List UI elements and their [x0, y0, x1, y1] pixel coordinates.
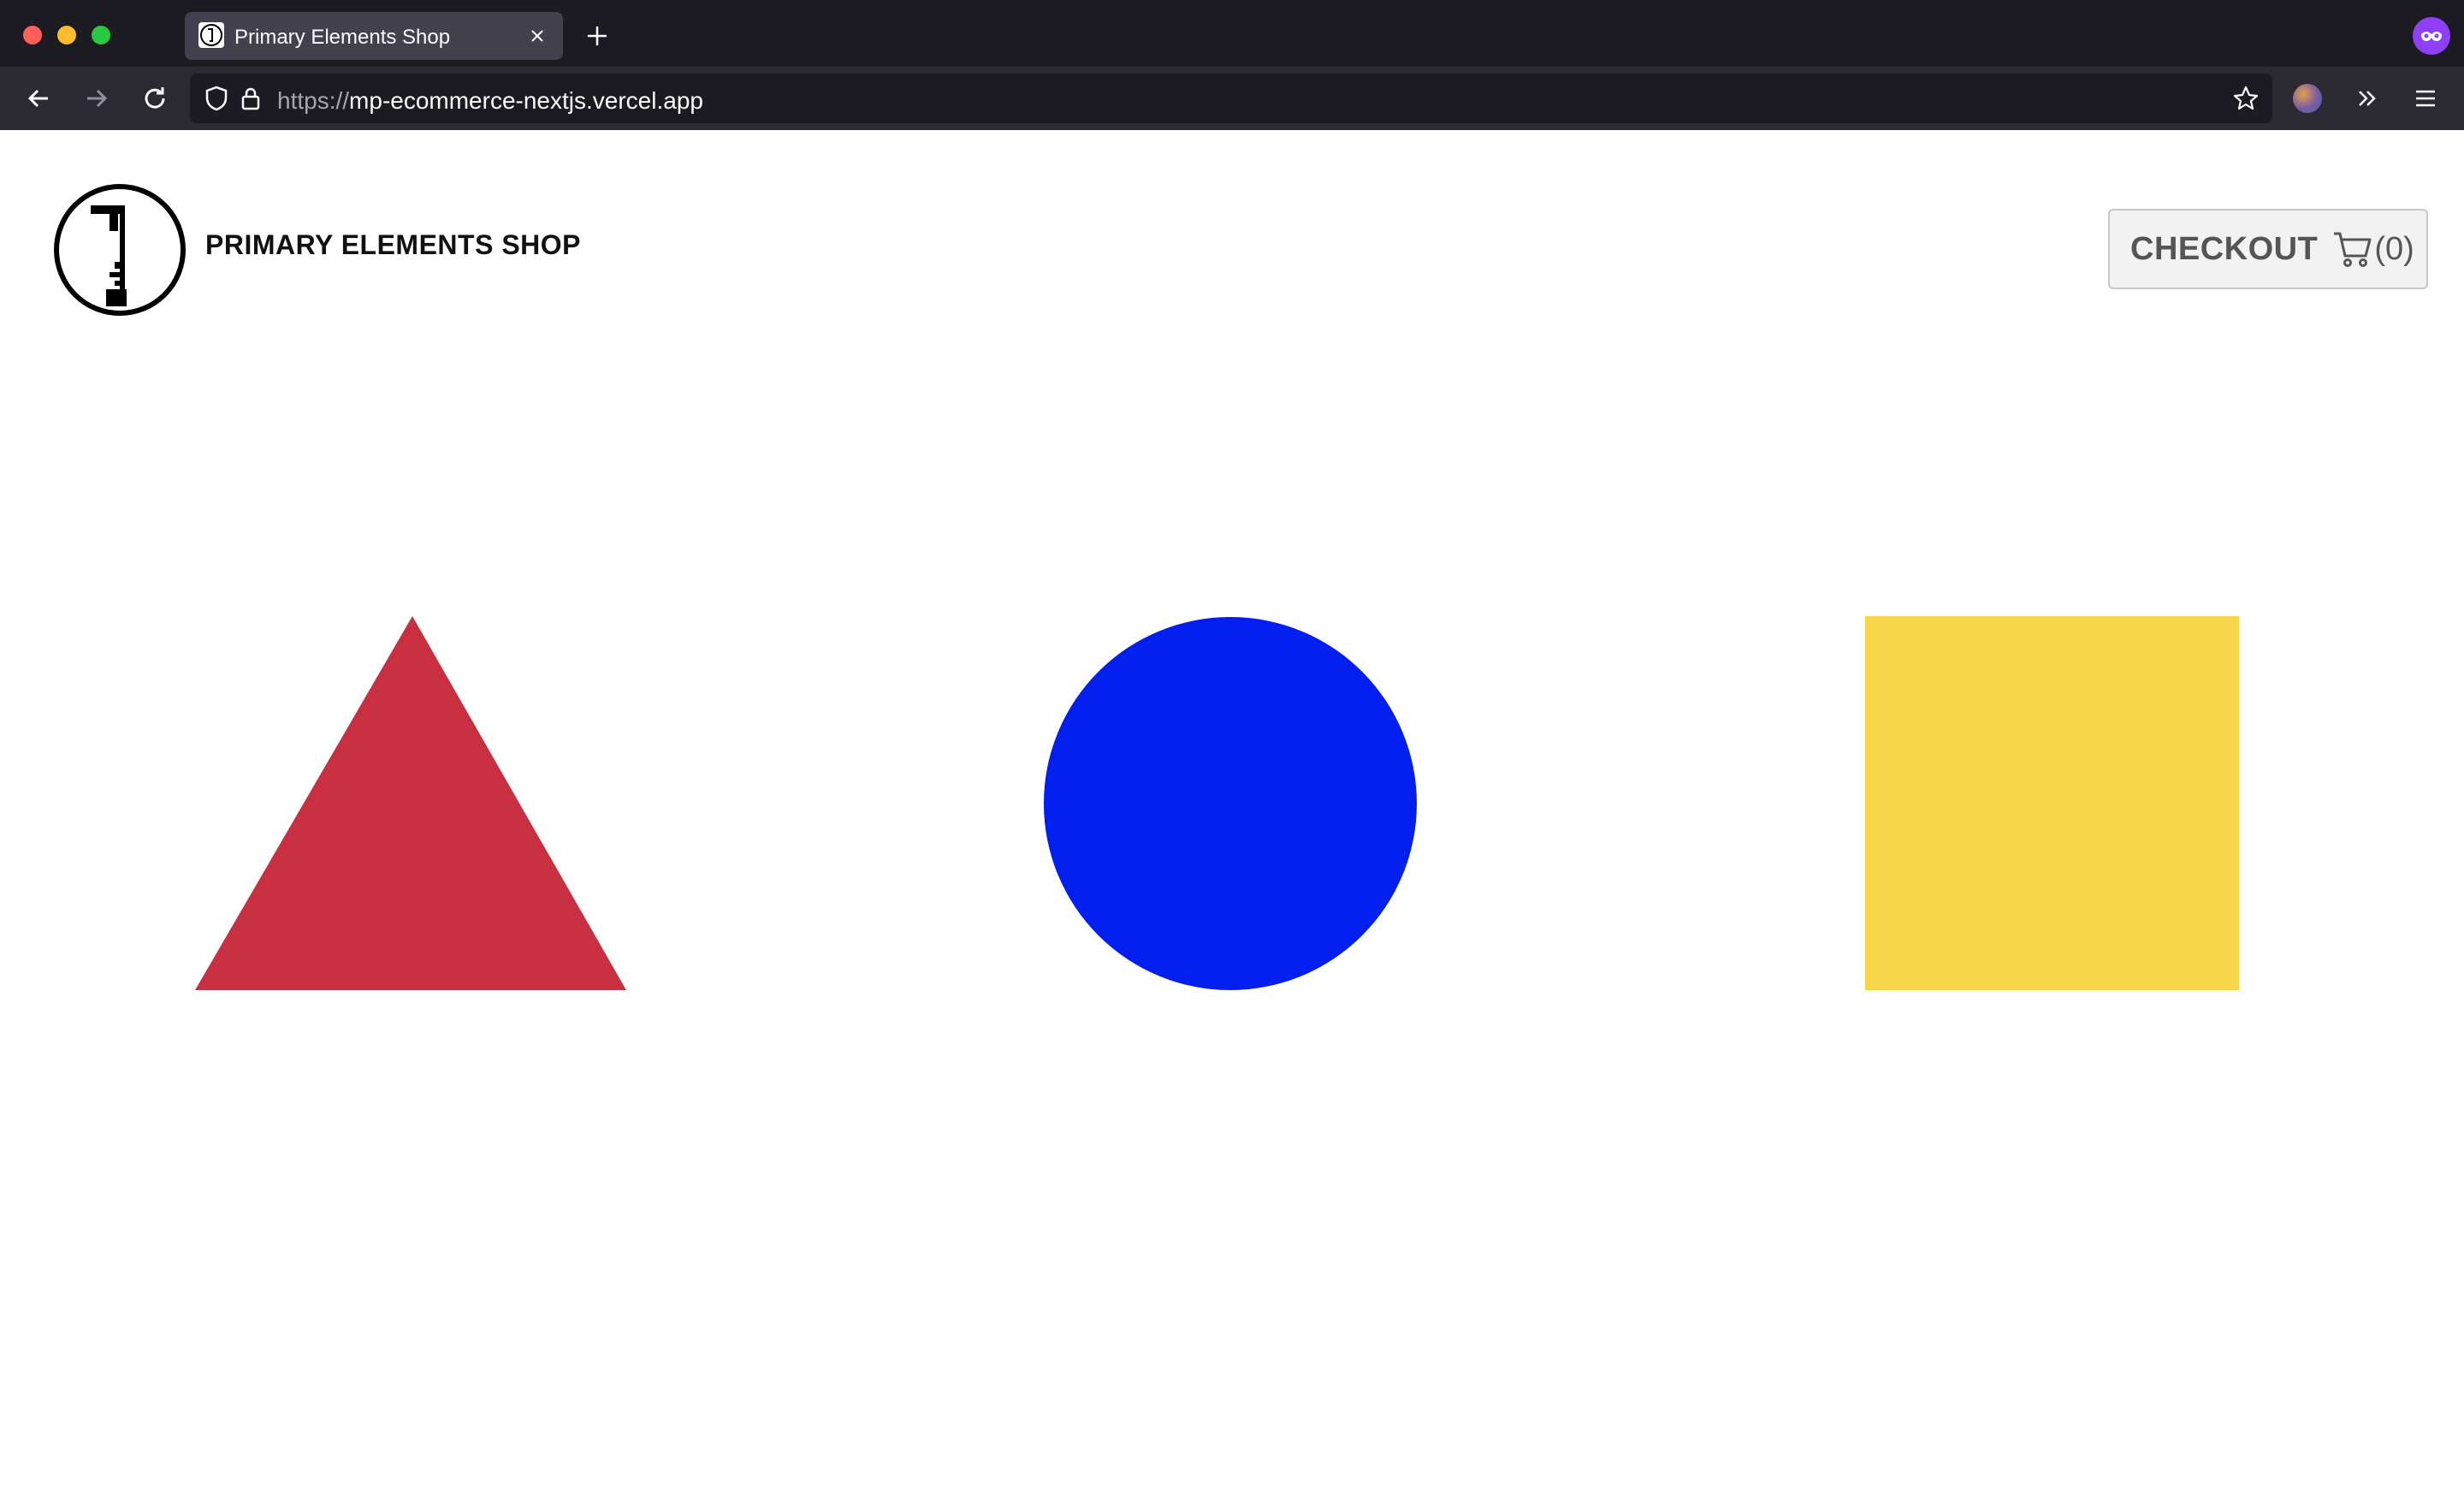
page-content: PRIMARY ELEMENTS SHOP CHECKOUT (0) — [0, 130, 2464, 1501]
url-host: mp-ecommerce-nextjs.vercel.app — [349, 87, 703, 114]
checkout-button[interactable]: CHECKOUT (0) — [2108, 209, 2428, 289]
new-tab-icon[interactable] — [582, 21, 613, 51]
lock-icon[interactable] — [236, 84, 265, 113]
overflow-chevrons-icon[interactable] — [2351, 82, 2384, 115]
product-square[interactable] — [1865, 616, 2310, 993]
browser-tab-active[interactable]: Primary Elements Shop — [185, 12, 563, 60]
favicon-icon — [198, 22, 224, 48]
tracking-shield-icon[interactable] — [202, 84, 231, 113]
navigation-toolbar: https://mp-ecommerce-nextjs.vercel.app — [0, 67, 2464, 130]
forward-arrow-icon[interactable] — [80, 82, 113, 115]
bookmark-star-icon[interactable] — [2231, 84, 2260, 113]
cart-count: (0) — [2374, 230, 2414, 267]
square-shape — [1865, 616, 2239, 990]
window-zoom-button[interactable] — [92, 26, 110, 44]
url-bar[interactable]: https://mp-ecommerce-nextjs.vercel.app — [190, 74, 2272, 123]
reload-icon[interactable] — [139, 82, 171, 115]
triangle-shape — [195, 616, 626, 990]
window-minimize-button[interactable] — [57, 26, 76, 44]
browser-chrome: Primary Elements Shop https://mp-ecommer… — [0, 0, 2464, 130]
product-triangle[interactable] — [188, 616, 633, 993]
tab-bar: Primary Elements Shop — [0, 0, 2464, 67]
tab-title: Primary Elements Shop — [234, 26, 451, 49]
shopping-cart-icon — [2334, 232, 2372, 267]
url-text[interactable]: https://mp-ecommerce-nextjs.vercel.app — [277, 87, 703, 115]
url-scheme: https:// — [277, 87, 350, 114]
product-circle[interactable] — [1042, 616, 1487, 993]
brand-title[interactable]: PRIMARY ELEMENTS SHOP — [205, 229, 581, 261]
back-arrow-icon[interactable] — [22, 82, 55, 115]
window-close-button[interactable] — [23, 26, 42, 44]
checkout-label: CHECKOUT — [2130, 230, 2319, 267]
private-browsing-mask-icon[interactable] — [2413, 17, 2450, 55]
extension-avatar-icon[interactable] — [2293, 84, 2322, 113]
tab-close-icon[interactable] — [525, 24, 549, 48]
circle-shape — [1044, 617, 1417, 990]
bauhaus-face-logo-icon[interactable] — [53, 183, 187, 317]
hamburger-menu-icon[interactable] — [2409, 82, 2442, 115]
